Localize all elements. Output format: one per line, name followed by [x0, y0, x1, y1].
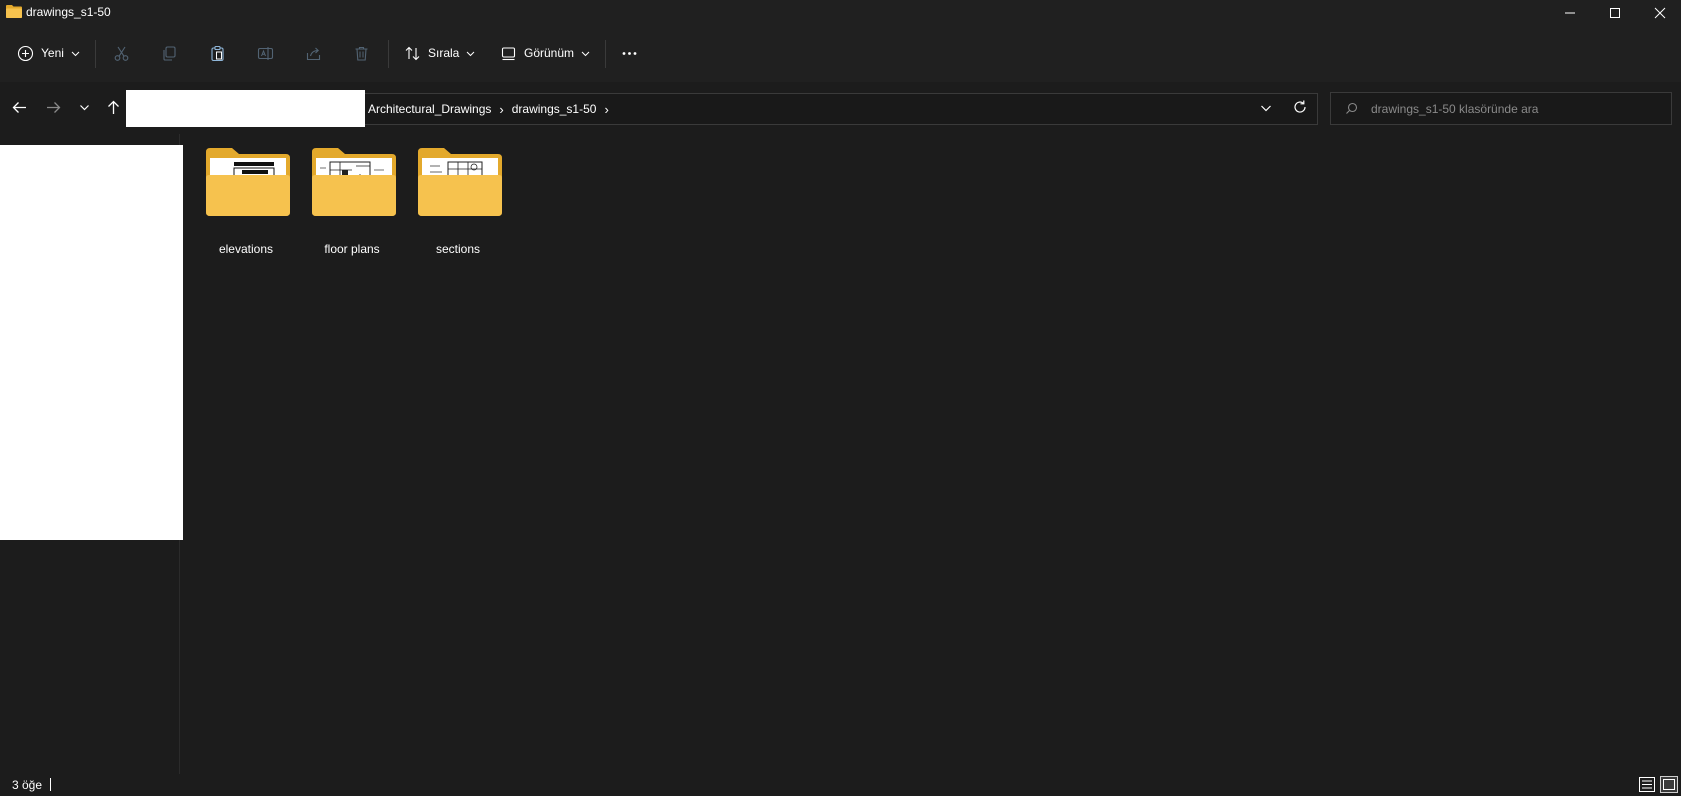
paste-button[interactable]	[209, 38, 226, 68]
arrow-right-icon	[46, 101, 60, 113]
rename-button[interactable]	[257, 38, 274, 68]
minimize-icon	[1565, 12, 1575, 14]
folder-label: sections	[435, 242, 481, 256]
forward-button[interactable]	[41, 95, 65, 119]
folder-icon	[6, 5, 22, 18]
redacted-region	[0, 145, 183, 540]
folder-content: elevations floor plans sections	[180, 134, 1681, 774]
chevron-down-icon	[581, 51, 590, 56]
command-bar: Yeni Sırala Görünüm	[0, 26, 1681, 83]
recent-locations-button[interactable]	[72, 95, 96, 119]
share-icon	[306, 47, 321, 60]
folder-icon	[418, 148, 502, 216]
copy-button[interactable]	[161, 38, 178, 68]
toolbar-divider	[605, 40, 606, 68]
view-icon	[501, 46, 516, 60]
folder-item-floor-plans[interactable]: floor plans	[302, 148, 402, 258]
view-label: Görünüm	[524, 46, 575, 60]
new-button[interactable]: Yeni	[17, 38, 80, 68]
chevron-down-icon	[79, 104, 89, 110]
large-icons-view-icon[interactable]	[1660, 776, 1678, 793]
chevron-down-icon[interactable]	[1258, 100, 1274, 116]
sort-label: Sırala	[428, 46, 460, 60]
address-row: Architectural_Drawings › drawings_s1-50 …	[0, 82, 1681, 134]
folder-label: elevations	[218, 242, 274, 256]
arrow-left-icon	[12, 101, 26, 113]
more-options-button[interactable]	[621, 38, 638, 68]
chevron-down-icon	[467, 51, 475, 56]
delete-button[interactable]	[353, 38, 370, 68]
chevron-right-icon[interactable]: ›	[604, 102, 608, 117]
chevron-right-icon[interactable]: ›	[499, 102, 503, 117]
trash-icon	[355, 46, 368, 61]
maximize-icon	[1610, 8, 1620, 18]
back-button[interactable]	[7, 95, 31, 119]
arrow-up-icon	[107, 100, 119, 114]
share-button[interactable]	[305, 38, 322, 68]
copy-icon	[163, 45, 176, 61]
chevron-down-icon	[71, 51, 80, 56]
more-icon	[622, 51, 637, 55]
minimize-button[interactable]	[1547, 0, 1593, 26]
view-button[interactable]: Görünüm	[500, 38, 590, 68]
status-bar: 3 öğe	[0, 774, 1681, 796]
toolbar-divider	[95, 40, 96, 68]
folder-item-sections[interactable]: sections	[408, 148, 508, 258]
folder-label: floor plans	[324, 242, 380, 256]
details-view-icon[interactable]	[1638, 776, 1656, 793]
rename-icon	[257, 46, 274, 60]
cut-button[interactable]	[113, 38, 130, 68]
new-label: Yeni	[41, 46, 64, 60]
up-button[interactable]	[101, 95, 125, 119]
breadcrumb-drawings-s1-50[interactable]: drawings_s1-50	[512, 102, 597, 116]
sort-button[interactable]: Sırala	[404, 38, 475, 68]
folder-icon	[206, 148, 290, 216]
window-title: drawings_s1-50	[26, 5, 111, 19]
navigation-pane	[0, 134, 183, 774]
sort-icon	[405, 46, 420, 60]
maximize-button[interactable]	[1592, 0, 1638, 26]
folder-item-elevations[interactable]: elevations	[196, 148, 296, 258]
close-button[interactable]	[1637, 0, 1681, 26]
breadcrumb-architectural-drawings[interactable]: Architectural_Drawings	[368, 102, 491, 116]
toolbar-divider	[388, 40, 389, 68]
plus-circle-icon	[17, 45, 34, 61]
close-icon	[1654, 7, 1666, 19]
search-icon	[1346, 102, 1358, 114]
search-box[interactable]: drawings_s1-50 klasöründe ara	[1330, 92, 1672, 125]
item-count: 3 öğe	[12, 778, 43, 792]
search-placeholder: drawings_s1-50 klasöründe ara	[1371, 102, 1539, 116]
status-divider	[50, 778, 51, 791]
folder-icon	[312, 148, 396, 216]
clipboard-icon	[211, 45, 224, 61]
title-bar: drawings_s1-50	[0, 0, 1681, 26]
breadcrumb: Architectural_Drawings › drawings_s1-50 …	[368, 93, 617, 125]
redacted-region	[126, 90, 365, 127]
refresh-icon[interactable]	[1292, 99, 1308, 115]
scissors-icon	[114, 46, 129, 61]
